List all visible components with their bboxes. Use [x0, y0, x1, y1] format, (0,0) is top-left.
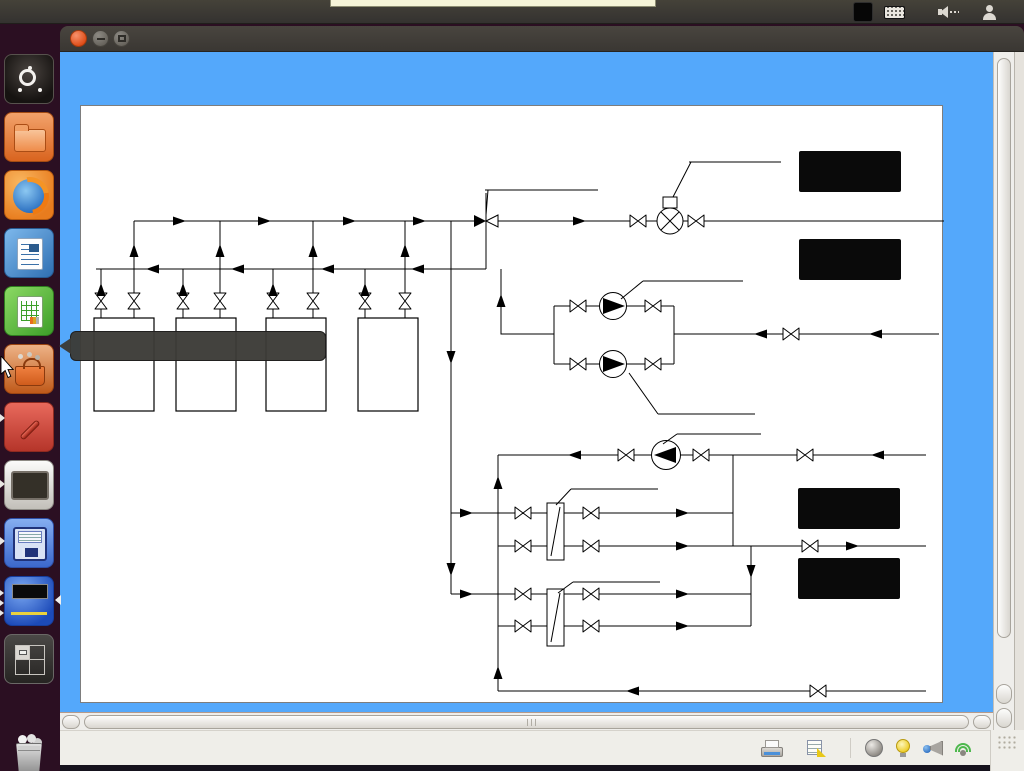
vertical-scrollbar[interactable]	[993, 52, 1014, 730]
display-temp-otopl	[799, 151, 901, 192]
lcd-display-icon	[12, 584, 48, 599]
scroll-down-button[interactable]	[996, 708, 1012, 728]
heat-meter	[657, 197, 683, 234]
scheme-canvas	[80, 105, 943, 703]
export-icon[interactable]	[807, 740, 826, 757]
scroll-left-button[interactable]	[62, 715, 80, 729]
openscada-vision-window	[60, 26, 1024, 771]
keyboard-icon[interactable]	[884, 6, 905, 19]
signal-status-icon[interactable]	[954, 740, 972, 756]
launcher-item-files[interactable]	[4, 112, 54, 162]
vertical-scrollbar-thumb[interactable]	[997, 58, 1011, 638]
horizontal-scrollbar-thumb[interactable]	[84, 715, 969, 729]
valves	[95, 215, 826, 697]
writer-document-icon	[17, 238, 43, 270]
scroll-down-button[interactable]	[996, 684, 1012, 704]
trash-paper-icon	[18, 735, 27, 744]
running-indicator	[0, 480, 5, 488]
desktop-bottom-strip	[60, 765, 990, 771]
floppy-icon	[13, 527, 47, 561]
launcher-item-terminal[interactable]	[4, 460, 54, 510]
running-indicator	[0, 537, 5, 545]
desktop	[0, 0, 1024, 771]
system-tray	[853, 0, 1018, 24]
launcher-tooltip	[70, 331, 326, 361]
window-titlebar[interactable]	[60, 26, 1024, 52]
software-bag-icon	[15, 366, 45, 386]
sound-alarm-icon[interactable]	[923, 741, 944, 756]
vision-status-toolbar	[60, 730, 1024, 765]
toolbar-separator	[850, 738, 851, 758]
resize-grip[interactable]	[997, 735, 1017, 751]
boiler-k4	[358, 318, 418, 411]
launcher-item-workspace-switcher[interactable]	[4, 634, 54, 684]
firefox-globe-icon	[13, 179, 47, 213]
ubuntu-logo-icon	[19, 69, 36, 86]
running-indicator	[0, 600, 4, 606]
close-button[interactable]	[70, 30, 87, 47]
vnc-indicator-icon[interactable]	[853, 2, 873, 22]
print-icon[interactable]	[761, 740, 783, 757]
launcher-item-firefox[interactable]	[4, 170, 54, 220]
running-indicator	[0, 610, 4, 616]
terminal-screen-icon	[11, 471, 49, 500]
display-p-pr-gvs	[798, 558, 900, 599]
label-pointers	[485, 162, 781, 593]
launcher-item-libreoffice-calc[interactable]	[4, 286, 54, 336]
unity-launcher	[0, 24, 60, 771]
scroll-right-button[interactable]	[973, 715, 991, 729]
sound-icon[interactable]	[938, 5, 960, 19]
horizontal-scrollbar[interactable]	[60, 712, 993, 730]
launcher-item-system-settings[interactable]	[4, 402, 54, 452]
launcher-item-trash[interactable]	[4, 726, 54, 771]
pumps	[600, 293, 681, 470]
wrench-icon	[19, 419, 40, 440]
heat-exchangers	[547, 503, 564, 646]
window-corner	[990, 730, 1024, 771]
launcher-item-libreoffice-writer[interactable]	[4, 228, 54, 278]
background-window-strip	[330, 0, 656, 7]
thermal-scheme-svg	[81, 106, 944, 704]
display-p-pr-otopl	[799, 239, 901, 280]
display-temp-gvs	[798, 488, 900, 529]
user-icon	[982, 5, 996, 20]
folder-icon	[14, 129, 46, 152]
window-right-edge	[1014, 52, 1024, 730]
launcher-item-dash[interactable]	[4, 54, 54, 104]
trash-bin-icon	[15, 743, 43, 771]
launcher-item-openscada-vision[interactable]	[4, 576, 54, 626]
minimize-button[interactable]	[92, 30, 109, 47]
launcher-item-openscada-config[interactable]	[4, 518, 54, 568]
scheme-background	[60, 52, 993, 712]
tooltip-arrow	[59, 338, 71, 354]
alarm-status-icon[interactable]	[865, 739, 883, 757]
flow-arrows	[97, 217, 885, 696]
calc-spreadsheet-icon	[17, 296, 43, 328]
mouse-cursor	[0, 356, 16, 379]
running-indicator	[0, 414, 5, 422]
maximize-button[interactable]	[113, 30, 130, 47]
lamp-status-icon[interactable]	[896, 739, 910, 757]
running-indicator	[0, 590, 4, 596]
focused-app-indicator	[55, 595, 61, 605]
